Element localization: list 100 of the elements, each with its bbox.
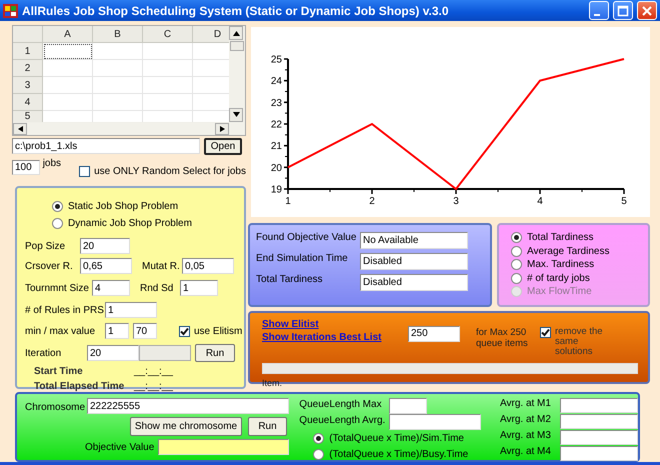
checkbox-label: remove the same solutions <box>555 327 604 357</box>
radio-label: Static Job Shop Problem <box>68 201 178 212</box>
input-field[interactable]: 0,65 <box>80 258 132 274</box>
output-field[interactable]: No Available <box>360 232 468 249</box>
row-header[interactable]: 2 <box>13 60 43 77</box>
show-chromosome-button[interactable]: Show me chromosome <box>130 417 242 436</box>
scroll-thumb[interactable] <box>230 41 244 51</box>
radio-button[interactable] <box>511 232 522 244</box>
table-cell[interactable] <box>193 94 229 111</box>
jobs-field[interactable]: 100 <box>12 160 40 175</box>
table-cell[interactable] <box>143 43 193 60</box>
input-field[interactable]: 70 <box>133 323 157 339</box>
table-cell[interactable] <box>43 43 93 60</box>
field-label: Objective Value <box>85 442 154 452</box>
radio-button[interactable] <box>52 218 63 229</box>
table-cell[interactable] <box>93 60 143 77</box>
queue-avg-field[interactable] <box>389 414 482 430</box>
radio-button[interactable] <box>511 259 522 270</box>
radio-button[interactable] <box>511 272 522 284</box>
window-title: AllRules Job Shop Scheduling System (Static or Dynamic Job Shops) v.3.0 <box>22 4 450 18</box>
row-header[interactable]: 3 <box>13 77 43 94</box>
field-label: Tournmnt Size <box>25 282 90 294</box>
table-cell[interactable] <box>193 77 229 94</box>
table-cell[interactable] <box>143 77 193 94</box>
checkbox[interactable] <box>79 166 90 177</box>
radio-label: # of tardy jobs <box>527 272 590 284</box>
column-header[interactable]: D <box>193 26 229 43</box>
scroll-down-button[interactable] <box>229 108 243 122</box>
input-field[interactable]: 0,05 <box>182 258 234 274</box>
field-label: Avrg. at M1 <box>500 398 552 411</box>
field-label: Chromosome <box>25 402 86 412</box>
column-header[interactable]: A <box>43 26 93 43</box>
column-header[interactable]: C <box>143 26 193 43</box>
radio-label: (TotalQueue x Time)/Busy.Time <box>329 448 468 460</box>
close-button[interactable] <box>637 1 657 20</box>
field-label: Pop Size <box>25 240 66 252</box>
machine-avg-field[interactable] <box>560 446 638 461</box>
scroll-up-button[interactable] <box>229 26 243 40</box>
table-cell[interactable] <box>43 77 93 94</box>
triangle-up-icon <box>232 30 240 36</box>
link[interactable]: Show Elitist <box>262 318 408 331</box>
triangle-right-icon <box>218 126 226 132</box>
table-cell[interactable] <box>193 60 229 77</box>
table-cell[interactable] <box>43 111 93 122</box>
row-header[interactable]: 4 <box>13 94 43 111</box>
output-field[interactable]: Disabled <box>360 274 468 291</box>
input-field[interactable]: 20 <box>80 238 130 254</box>
tick-label: 1 <box>285 196 291 207</box>
input-field[interactable]: 4 <box>92 280 130 296</box>
minimize-icon <box>594 14 600 16</box>
tick-label: 22 <box>270 120 282 130</box>
checkbox[interactable] <box>179 326 190 336</box>
radio-label: Max. Tardiness <box>527 259 594 270</box>
row-header[interactable]: 5 <box>13 111 43 122</box>
time-value: __:__:__ <box>134 381 173 392</box>
run-button[interactable]: Run <box>195 344 235 362</box>
table-cell[interactable] <box>93 94 143 111</box>
input-field[interactable]: 20 <box>87 345 139 361</box>
machine-avg-field[interactable] <box>560 414 638 429</box>
scroll-left-button[interactable] <box>13 123 27 135</box>
table-cell[interactable] <box>43 60 93 77</box>
tick-label: 3 <box>453 196 459 207</box>
input-field[interactable]: 1 <box>180 280 218 296</box>
table-cell[interactable] <box>143 94 193 111</box>
table-cell[interactable] <box>193 43 229 60</box>
open-button[interactable]: Open <box>204 138 242 155</box>
radio-label: Total Tardiness <box>527 232 594 244</box>
input-field[interactable]: 1 <box>105 323 129 339</box>
checkbox[interactable] <box>540 327 551 338</box>
radio-button[interactable] <box>313 432 324 444</box>
table-cell[interactable] <box>143 60 193 77</box>
table-cell[interactable] <box>93 111 143 122</box>
queue-size-field[interactable]: 250 <box>408 326 460 342</box>
field-label: Iteration <box>25 348 62 358</box>
maximize-button[interactable] <box>613 1 633 20</box>
column-header[interactable]: B <box>93 26 143 43</box>
run-button[interactable]: Run <box>248 417 287 436</box>
radio-button[interactable] <box>313 448 324 460</box>
machine-avg-field[interactable] <box>560 398 638 413</box>
file-path-field[interactable]: c:\prob1_1.xls <box>12 138 200 154</box>
close-icon <box>641 4 653 16</box>
field-label: QueueLength Max <box>299 399 383 410</box>
radio-label: Max FlowTime <box>527 286 592 298</box>
input-field[interactable]: 1 <box>105 302 157 318</box>
objective-value-field[interactable] <box>158 439 290 455</box>
minimize-button[interactable] <box>589 1 609 20</box>
chromosome-field[interactable]: 222225555 <box>87 398 289 414</box>
radio-button[interactable] <box>52 201 63 212</box>
table-cell[interactable] <box>43 94 93 111</box>
radio-button[interactable] <box>511 246 522 257</box>
row-header[interactable]: 1 <box>13 43 43 60</box>
queue-max-field[interactable] <box>389 398 428 414</box>
checkbox-label: use Elitism <box>194 326 242 336</box>
field-label: min / max value <box>25 326 96 336</box>
table-cell[interactable] <box>143 111 193 122</box>
machine-avg-field[interactable] <box>560 430 638 445</box>
scroll-right-button[interactable] <box>215 123 229 135</box>
output-field[interactable]: Disabled <box>360 253 468 270</box>
table-cell[interactable] <box>93 77 143 94</box>
table-cell[interactable] <box>93 43 143 60</box>
